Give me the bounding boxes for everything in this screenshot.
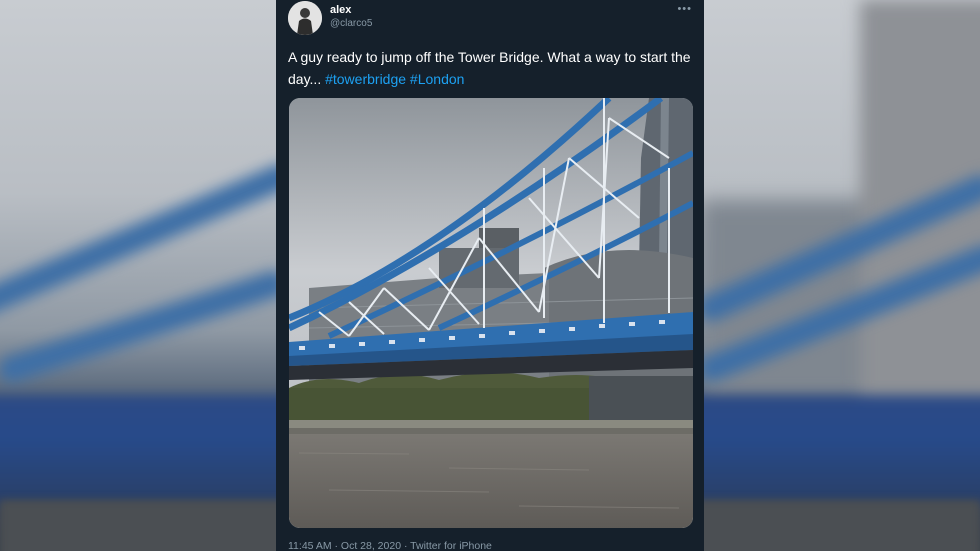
more-icon[interactable]: ••• [677, 3, 692, 15]
tweet-timestamp[interactable]: 11:45 AM · Oct 28, 2020 · Twitter for iP… [288, 540, 492, 551]
hashtag-towerbridge[interactable]: #towerbridge [325, 71, 406, 87]
tweet-text: A guy ready to jump off the Tower Bridge… [288, 47, 698, 90]
tweet-photo[interactable] [289, 98, 693, 528]
avatar[interactable] [288, 1, 322, 35]
user-handle[interactable]: @clarco5 [330, 18, 372, 29]
display-name[interactable]: alex [330, 4, 351, 16]
hashtag-london[interactable]: #London [410, 71, 465, 87]
tweet-card: alex @clarco5 ••• A guy ready to jump of… [276, 0, 704, 551]
